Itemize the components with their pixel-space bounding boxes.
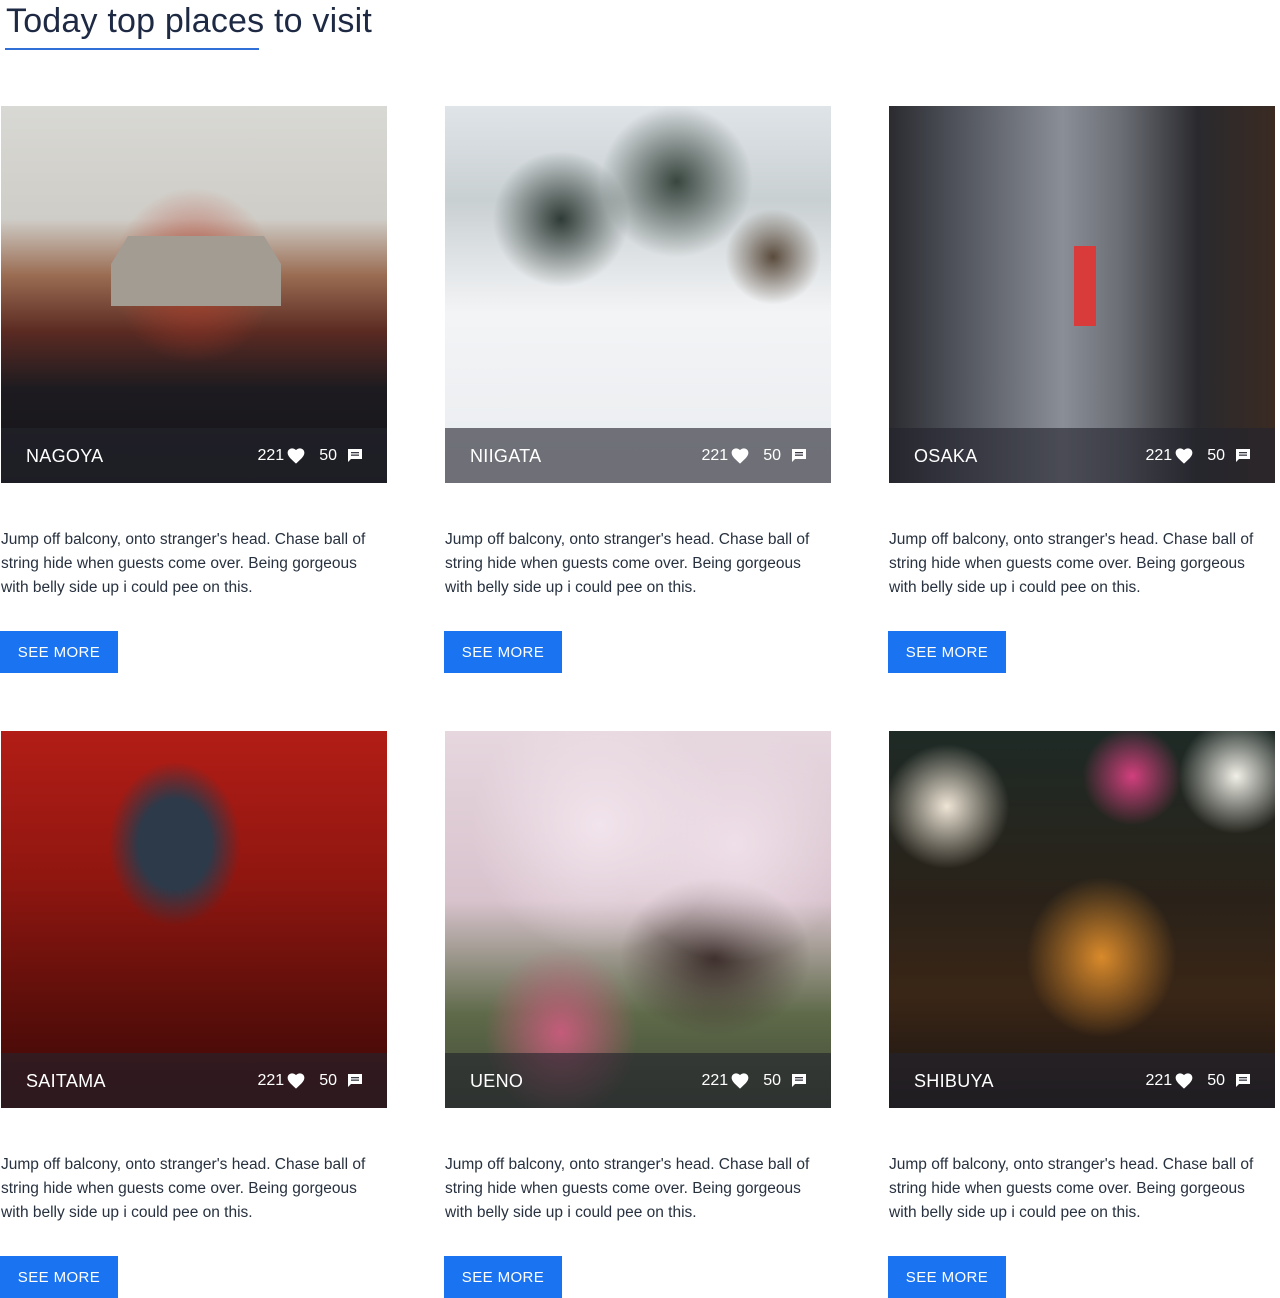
comments-count: 50 [319, 1072, 337, 1089]
likes-count: 221 [701, 447, 729, 464]
place-stats: 221 50 [701, 1072, 806, 1090]
place-description: Jump off balcony, onto stranger's head. … [445, 1156, 810, 1221]
place-stats: 221 50 [257, 1072, 362, 1090]
place-name: UENO [470, 1071, 524, 1091]
place-stats: 221 50 [1145, 1072, 1250, 1090]
place-photo [889, 731, 1275, 1108]
place-image[interactable]: NIIGATA 221 50 [445, 106, 831, 483]
place-photo [889, 106, 1275, 483]
see-more-button[interactable]: SEE MORE [444, 1256, 562, 1298]
image-caption-bar: NIIGATA 221 50 [445, 428, 831, 483]
place-stats: 221 50 [1145, 447, 1250, 465]
place-image[interactable]: UENO 221 50 [445, 731, 831, 1108]
place-photo [1, 106, 387, 483]
image-caption-bar: SAITAMA 221 50 [1, 1053, 387, 1108]
comment-icon[interactable] [348, 449, 362, 463]
title-underline [5, 48, 259, 50]
image-caption-bar: SHIBUYA 221 50 [889, 1053, 1275, 1108]
place-name: SAITAMA [26, 1071, 106, 1091]
place-description: Jump off balcony, onto stranger's head. … [445, 531, 810, 596]
image-caption-bar: UENO 221 50 [445, 1053, 831, 1108]
place-name: NIIGATA [470, 446, 542, 466]
comment-icon[interactable] [792, 1074, 806, 1088]
page-title: Today top places to visit [6, 2, 372, 40]
heart-icon[interactable] [1175, 1073, 1193, 1089]
see-more-button[interactable]: SEE MORE [888, 1256, 1006, 1298]
comment-icon[interactable] [1236, 1074, 1250, 1088]
likes-count: 221 [257, 447, 285, 464]
comment-icon[interactable] [1236, 449, 1250, 463]
image-caption-bar: NAGOYA 221 50 [1, 428, 387, 483]
place-image[interactable]: SAITAMA 221 50 [1, 731, 387, 1108]
comments-count: 50 [1207, 1072, 1225, 1089]
comments-count: 50 [763, 447, 781, 464]
comments-count: 50 [1207, 447, 1225, 464]
comment-icon[interactable] [348, 1074, 362, 1088]
place-image[interactable]: OSAKA 221 50 [889, 106, 1275, 483]
place-description: Jump off balcony, onto stranger's head. … [1, 531, 366, 596]
place-photo [445, 106, 831, 483]
place-stats: 221 50 [701, 447, 806, 465]
place-description: Jump off balcony, onto stranger's head. … [1, 1156, 366, 1221]
heart-icon[interactable] [287, 1073, 305, 1089]
see-more-button[interactable]: SEE MORE [444, 631, 562, 673]
likes-count: 221 [257, 1072, 285, 1089]
place-photo [1, 731, 387, 1108]
place-name: SHIBUYA [914, 1071, 994, 1091]
place-stats: 221 50 [257, 447, 362, 465]
comment-icon[interactable] [792, 449, 806, 463]
likes-count: 221 [701, 1072, 729, 1089]
place-image[interactable]: NAGOYA 221 50 [1, 106, 387, 483]
comments-count: 50 [763, 1072, 781, 1089]
likes-count: 221 [1145, 1072, 1173, 1089]
comments-count: 50 [319, 447, 337, 464]
heart-icon[interactable] [1175, 448, 1193, 464]
place-description: Jump off balcony, onto stranger's head. … [889, 1156, 1254, 1221]
heart-icon[interactable] [287, 448, 305, 464]
place-name: NAGOYA [26, 446, 104, 466]
heart-icon[interactable] [731, 448, 749, 464]
place-name: OSAKA [914, 446, 978, 466]
place-photo [445, 731, 831, 1108]
see-more-button[interactable]: SEE MORE [0, 1256, 118, 1298]
image-caption-bar: OSAKA 221 50 [889, 428, 1275, 483]
see-more-button[interactable]: SEE MORE [0, 631, 118, 673]
place-image[interactable]: SHIBUYA 221 50 [889, 731, 1275, 1108]
heart-icon[interactable] [731, 1073, 749, 1089]
likes-count: 221 [1145, 447, 1173, 464]
see-more-button[interactable]: SEE MORE [888, 631, 1006, 673]
place-description: Jump off balcony, onto stranger's head. … [889, 531, 1254, 596]
